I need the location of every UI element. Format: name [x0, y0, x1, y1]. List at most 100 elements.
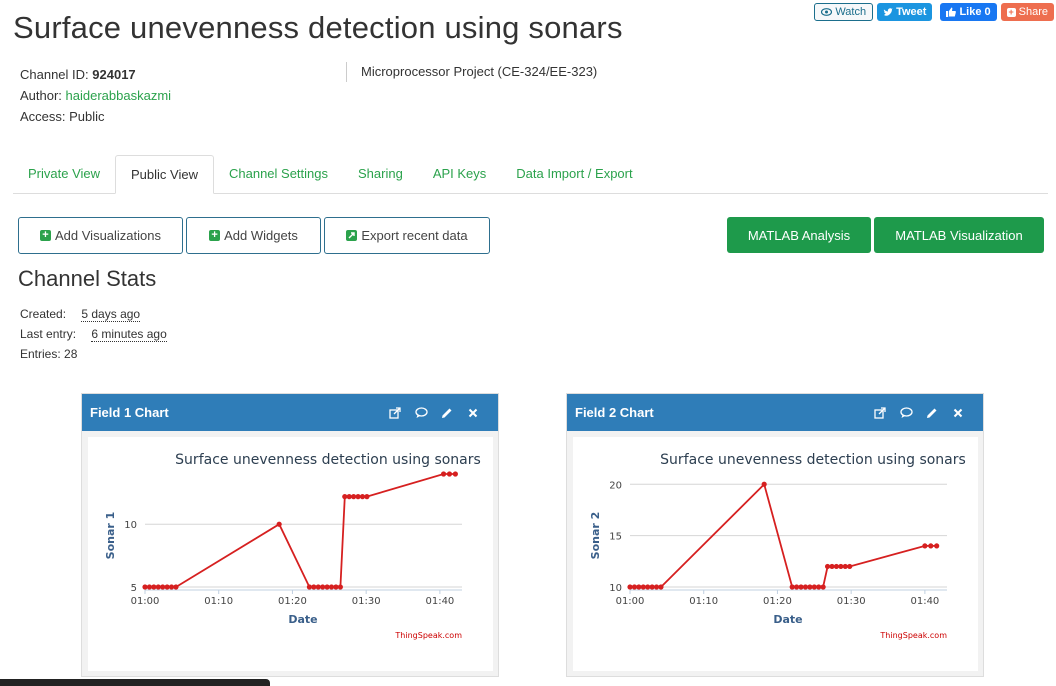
data-point	[653, 584, 660, 590]
data-point	[798, 584, 804, 590]
tab-public-view[interactable]: Public View	[115, 155, 214, 194]
channel-stats-heading: Channel Stats	[18, 266, 157, 291]
tab-data-import-export[interactable]: Data Import / Export	[501, 155, 647, 193]
data-point	[640, 584, 646, 590]
data-point	[452, 471, 458, 477]
data-point	[833, 563, 840, 570]
data-point	[146, 584, 153, 590]
data-point	[802, 584, 809, 590]
author-row: Author: haiderabbaskazmi	[20, 85, 171, 106]
eye-icon	[821, 8, 833, 16]
popout-icon[interactable]	[388, 406, 402, 420]
data-point	[142, 584, 148, 590]
panel-title: Field 2 Chart	[575, 405, 654, 420]
comment-icon[interactable]	[414, 406, 428, 420]
data-point	[627, 584, 633, 590]
data-point	[789, 584, 795, 590]
panel-controls	[388, 406, 480, 420]
panel-header: Field 1 Chart	[82, 394, 498, 431]
created-row: Created: 5 days ago	[20, 304, 167, 324]
field-1-chart: Surface unevenness detection using sonar…	[104, 452, 481, 640]
watch-button[interactable]: Watch	[814, 3, 874, 21]
close-icon[interactable]	[951, 406, 965, 420]
data-point	[306, 584, 312, 590]
x-tick-label: 01:00	[131, 596, 160, 607]
field-1-chart-panel: Field 1 Chart Surface unevenness detecti…	[81, 393, 499, 677]
data-point	[631, 584, 638, 590]
add-visualizations-button[interactable]: + Add Visualizations	[18, 217, 183, 254]
tab-sharing[interactable]: Sharing	[343, 155, 418, 193]
add-widgets-button[interactable]: + Add Widgets	[186, 217, 321, 254]
matlab-analysis-button[interactable]: MATLAB Analysis	[727, 217, 871, 253]
data-point	[324, 584, 330, 590]
data-point	[842, 563, 848, 570]
popout-icon[interactable]	[873, 406, 887, 420]
last-entry-row: Last entry: 6 minutes ago	[20, 324, 167, 344]
x-tick-label: 01:30	[352, 596, 381, 607]
tab-channel-settings[interactable]: Channel Settings	[214, 155, 343, 193]
data-point	[328, 584, 335, 590]
author-label: Author:	[20, 88, 62, 103]
tweet-button[interactable]: Tweet	[877, 3, 933, 21]
data-point	[824, 563, 831, 570]
pencil-icon[interactable]	[440, 406, 454, 420]
x-tick-label: 01:20	[278, 596, 307, 607]
page-title: Surface unevenness detection using sonar…	[13, 10, 623, 45]
channel-id-label: Channel ID:	[20, 67, 89, 82]
social-buttons: Watch Tweet Like 0 + Share	[814, 3, 1054, 21]
last-entry-value: 6 minutes ago	[91, 327, 167, 342]
x-tick-label: 01:20	[763, 596, 792, 607]
last-entry-label: Last entry:	[20, 327, 77, 341]
data-point	[337, 584, 343, 590]
data-point	[342, 494, 348, 500]
data-point	[333, 584, 339, 590]
tab-api-keys[interactable]: API Keys	[418, 155, 501, 193]
data-point	[922, 543, 928, 549]
tab-private-view[interactable]: Private View	[13, 155, 115, 193]
plus-icon: +	[1006, 6, 1016, 17]
chart-title: Surface unevenness detection using sonar…	[660, 452, 966, 468]
data-point	[151, 584, 157, 590]
data-point	[173, 584, 179, 590]
data-point	[811, 584, 817, 590]
export-recent-data-button[interactable]: Export recent data	[324, 217, 490, 254]
y-tick-label: 20	[609, 480, 622, 491]
matlab-visualization-button[interactable]: MATLAB Visualization	[874, 217, 1044, 253]
data-point	[816, 584, 822, 590]
series-line	[145, 473, 456, 588]
chart-credit: ThingSpeak.com	[394, 631, 462, 640]
bottom-scrollbar[interactable]	[0, 679, 270, 686]
created-value: 5 days ago	[81, 307, 141, 322]
data-point	[440, 471, 447, 477]
chart-area: Surface unevenness detection using sonar…	[88, 437, 493, 671]
author-link[interactable]: haiderabbaskazmi	[66, 88, 172, 103]
field-2-chart: Surface unevenness detection using sonar…	[589, 452, 966, 640]
panel-controls	[873, 406, 965, 420]
data-point	[934, 543, 940, 549]
channel-id-value: 924017	[92, 67, 136, 82]
x-axis-label: Date	[773, 613, 802, 626]
created-label: Created:	[20, 307, 67, 321]
close-icon[interactable]	[466, 406, 480, 420]
panel-title: Field 1 Chart	[90, 405, 169, 420]
x-axis-label: Date	[288, 613, 317, 626]
add-widgets-label: Add Widgets	[224, 228, 298, 243]
y-axis-label: Sonar 1	[104, 512, 117, 560]
data-point	[359, 494, 366, 500]
share-label: Share	[1018, 6, 1048, 18]
data-point	[636, 584, 642, 590]
watch-label: Watch	[835, 6, 867, 18]
y-tick-label: 10	[609, 583, 622, 594]
add-visualizations-label: Add Visualizations	[55, 228, 161, 243]
pencil-icon[interactable]	[925, 406, 939, 420]
data-point	[761, 481, 767, 487]
entries-row: Entries: 28	[20, 344, 167, 364]
data-point	[364, 494, 370, 500]
field-2-chart-panel: Field 2 Chart Surface unevenness detecti…	[566, 393, 984, 677]
share-button[interactable]: + Share	[1000, 3, 1054, 21]
data-point	[928, 543, 934, 549]
twitter-icon	[883, 7, 894, 16]
comment-icon[interactable]	[899, 406, 913, 420]
like-button[interactable]: Like 0	[940, 3, 997, 21]
access-row: Access: Public	[20, 106, 171, 127]
